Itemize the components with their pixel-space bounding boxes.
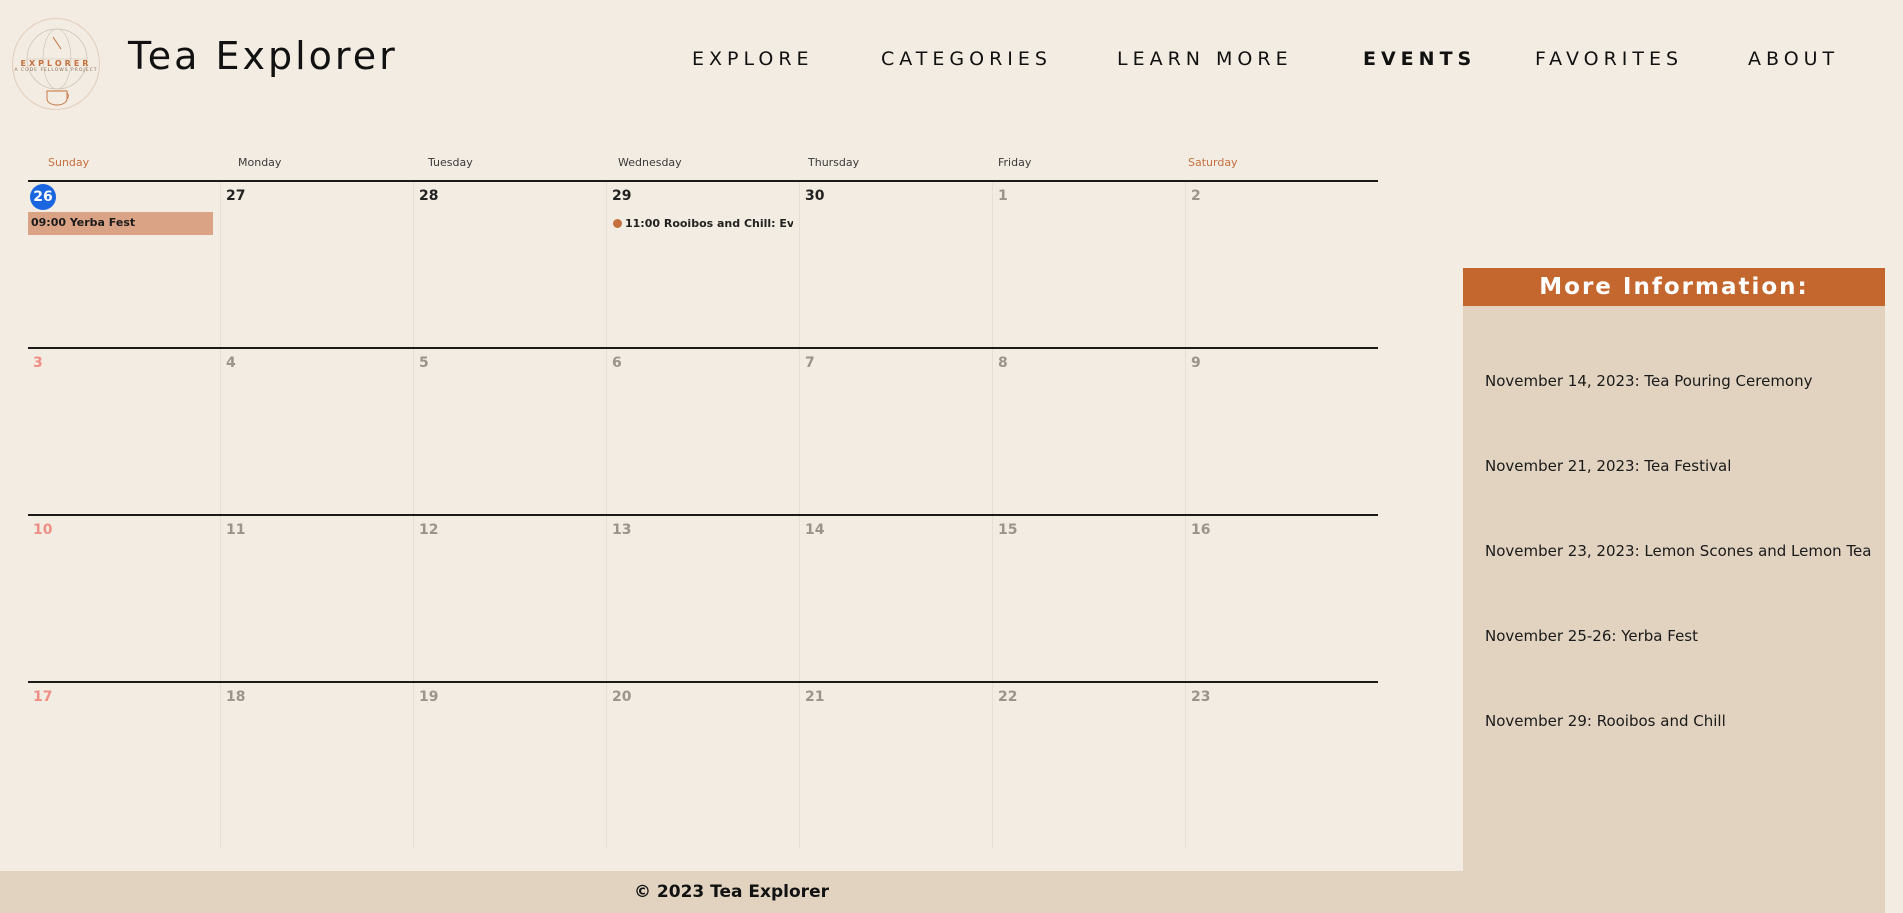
weekday-label: Saturday [1188, 156, 1238, 169]
day-number: 2 [1191, 188, 1201, 204]
day-cell[interactable]: 11 [221, 516, 414, 681]
day-cell[interactable]: 27 [221, 182, 414, 347]
day-number: 22 [998, 689, 1018, 705]
event-dot-icon [613, 218, 622, 228]
day-number: 21 [805, 689, 825, 705]
more-information-panel: More Information: November 14, 2023: Tea… [1463, 268, 1885, 913]
day-number: 6 [612, 355, 622, 371]
day-number: 10 [33, 522, 53, 538]
day-number: 16 [1191, 522, 1211, 538]
day-cell[interactable]: 28 [414, 182, 607, 347]
day-cell[interactable]: 3 [28, 349, 221, 514]
day-cell[interactable]: 16 [1186, 516, 1379, 681]
day-number: 28 [419, 188, 439, 204]
day-number: 17 [33, 689, 53, 705]
event-rooibos-and-chill[interactable]: 11:00 Rooibos and Chill: Eve... [613, 213, 793, 233]
calendar-week: 10 11 12 13 14 15 16 [28, 514, 1378, 681]
day-number: 23 [1191, 689, 1211, 705]
day-number: 8 [998, 355, 1008, 371]
day-cell[interactable]: 21 [800, 683, 993, 848]
day-cell[interactable]: 20 [607, 683, 800, 848]
day-cell[interactable]: 29 11:00 Rooibos and Chill: Eve... [607, 182, 800, 347]
day-number: 5 [419, 355, 429, 371]
day-number: 18 [226, 689, 246, 705]
day-number: 14 [805, 522, 825, 538]
day-number: 7 [805, 355, 815, 371]
today-marker[interactable]: 26 [30, 184, 56, 210]
weekday-label: Tuesday [428, 156, 473, 169]
day-number: 19 [419, 689, 439, 705]
day-number: 29 [612, 188, 632, 204]
day-cell[interactable]: 17 [28, 683, 221, 848]
main-nav: EXPLORE CATEGORIES LEARN MORE EVENTS FAV… [0, 48, 1903, 74]
day-cell[interactable]: 6 [607, 349, 800, 514]
weekday-header: Sunday Monday Tuesday Wednesday Thursday… [28, 156, 1378, 174]
day-cell[interactable]: 12 [414, 516, 607, 681]
event-yerba-fest[interactable]: 09:00 Yerba Fest [28, 212, 213, 235]
site-header: EXPLORER A CODE FELLOWS PROJECT Tea Expl… [0, 0, 1903, 125]
day-cell[interactable]: 4 [221, 349, 414, 514]
day-number: 3 [33, 355, 43, 371]
info-item: November 21, 2023: Tea Festival [1485, 457, 1732, 475]
day-cell[interactable]: 1 [993, 182, 1186, 347]
day-cell[interactable]: 14 [800, 516, 993, 681]
day-cell[interactable]: 30 [800, 182, 993, 347]
nav-favorites[interactable]: FAVORITES [1535, 48, 1683, 70]
nav-events[interactable]: EVENTS [1363, 48, 1476, 70]
day-cell[interactable]: 10 [28, 516, 221, 681]
nav-learn-more[interactable]: LEARN MORE [1117, 48, 1293, 70]
weekday-label: Wednesday [618, 156, 682, 169]
weekday-label: Friday [998, 156, 1032, 169]
info-item: November 14, 2023: Tea Pouring Ceremony [1485, 372, 1813, 390]
info-item: November 29: Rooibos and Chill [1485, 712, 1726, 730]
day-cell[interactable]: 9 [1186, 349, 1379, 514]
weekday-label: Thursday [808, 156, 860, 169]
event-label: 11:00 Rooibos and Chill: Eve... [625, 216, 793, 230]
day-number: 4 [226, 355, 236, 371]
day-number: 11 [226, 522, 246, 538]
day-cell[interactable]: 22 [993, 683, 1186, 848]
nav-explore[interactable]: EXPLORE [692, 48, 814, 70]
calendar-week: 26 09:00 Yerba Fest 27 28 29 11:00 Rooib… [28, 180, 1378, 347]
day-number: 30 [805, 188, 825, 204]
nav-categories[interactable]: CATEGORIES [881, 48, 1052, 70]
day-number: 20 [612, 689, 632, 705]
day-cell[interactable]: 13 [607, 516, 800, 681]
day-number: 12 [419, 522, 439, 538]
day-cell[interactable]: 26 09:00 Yerba Fest [28, 182, 221, 347]
nav-about[interactable]: ABOUT [1748, 48, 1839, 70]
day-number: 1 [998, 188, 1008, 204]
day-cell[interactable]: 2 [1186, 182, 1379, 347]
panel-title: More Information: [1463, 268, 1885, 306]
day-number: 27 [226, 188, 246, 204]
day-cell[interactable]: 5 [414, 349, 607, 514]
day-cell[interactable]: 15 [993, 516, 1186, 681]
site-footer: © 2023 Tea Explorer [0, 871, 1463, 913]
info-item: November 23, 2023: Lemon Scones and Lemo… [1485, 542, 1872, 560]
day-number: 9 [1191, 355, 1201, 371]
day-cell[interactable]: 23 [1186, 683, 1379, 848]
day-cell[interactable]: 8 [993, 349, 1186, 514]
info-item: November 25-26: Yerba Fest [1485, 627, 1698, 645]
day-number: 15 [998, 522, 1018, 538]
day-cell[interactable]: 7 [800, 349, 993, 514]
calendar-week: 17 18 19 20 21 22 23 [28, 681, 1378, 848]
day-number: 13 [612, 522, 632, 538]
day-cell[interactable]: 18 [221, 683, 414, 848]
calendar-week: 3 4 5 6 7 8 9 [28, 347, 1378, 514]
day-cell[interactable]: 19 [414, 683, 607, 848]
copyright-text: © 2023 Tea Explorer [634, 882, 829, 902]
weekday-label: Sunday [48, 156, 90, 169]
weekday-label: Monday [238, 156, 282, 169]
